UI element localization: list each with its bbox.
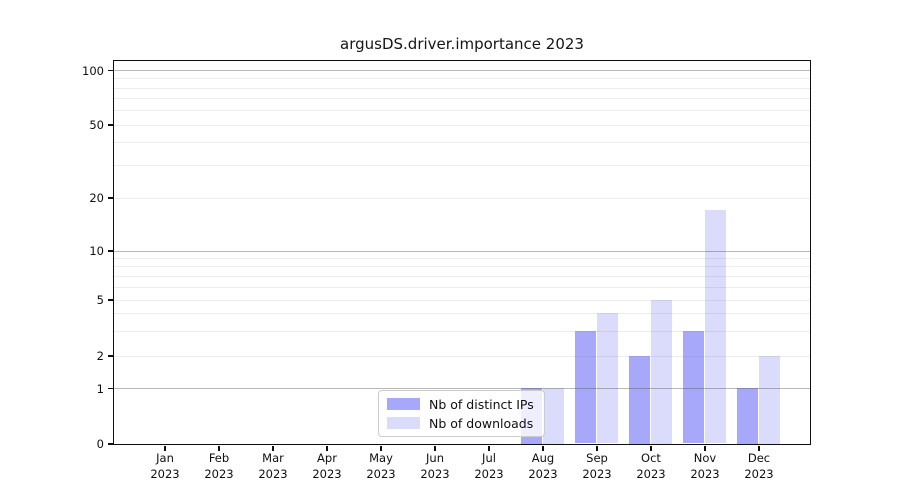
x-tick-mark: [380, 446, 382, 451]
x-tick-mark: [758, 446, 760, 451]
y-gridline-minor: [114, 110, 810, 111]
y-gridline-minor: [114, 125, 810, 126]
y-gridline-minor: [114, 313, 810, 314]
x-tick-mark: [434, 446, 436, 451]
y-gridline-minor: [114, 331, 810, 332]
y-tick-label: 5: [40, 293, 104, 307]
y-tick-mark: [108, 197, 113, 199]
x-tick-mark: [704, 446, 706, 451]
y-tick-mark: [108, 299, 113, 301]
legend-label-downloads: Nb of downloads: [429, 416, 533, 431]
x-tick-mark: [326, 446, 328, 451]
y-gridline-minor: [114, 88, 810, 89]
y-tick-mark: [108, 124, 113, 126]
y-gridline-minor: [114, 258, 810, 259]
plot-area: [113, 60, 811, 445]
x-tick-mark: [650, 446, 652, 451]
y-gridline-minor: [114, 78, 810, 79]
legend-label-distinct-ips: Nb of distinct IPs: [429, 397, 534, 412]
y-tick-label: 100: [40, 64, 104, 78]
y-gridline-minor: [114, 198, 810, 199]
y-tick-label: 2: [40, 349, 104, 363]
legend-entry-downloads: Nb of downloads: [387, 416, 536, 431]
y-gridline-minor: [114, 300, 810, 301]
x-tick-mark: [488, 446, 490, 451]
x-tick-mark: [218, 446, 220, 451]
y-tick-label: 20: [40, 191, 104, 205]
y-tick-label: 50: [40, 118, 104, 132]
legend-swatch-distinct-ips: [387, 398, 420, 410]
y-gridline-minor: [114, 98, 810, 99]
bar-nb-of-downloads-sep: [597, 313, 619, 443]
bar-nb-of-downloads-aug: [543, 388, 565, 444]
y-tick-label: 1: [40, 382, 104, 396]
y-tick-mark: [108, 355, 113, 357]
y-tick-label: 10: [40, 244, 104, 258]
y-tick-mark: [108, 388, 113, 390]
y-tick-mark: [108, 250, 113, 252]
y-gridline-minor: [114, 356, 810, 357]
y-gridline-major: [114, 70, 810, 71]
bar-nb-of-distinct-ips-oct: [629, 356, 651, 444]
y-gridline-major: [114, 251, 810, 252]
x-tick-label-dec: Dec2023: [727, 451, 791, 482]
y-gridline-minor: [114, 142, 810, 143]
x-tick-mark: [542, 446, 544, 451]
x-tick-mark: [164, 446, 166, 451]
y-tick-label: 0: [40, 437, 104, 451]
x-tick-mark: [272, 446, 274, 451]
bar-nb-of-distinct-ips-dec: [737, 388, 759, 444]
x-tick-mark: [596, 446, 598, 451]
y-gridline-minor: [114, 287, 810, 288]
y-gridline-minor: [114, 276, 810, 277]
y-gridline-minor: [114, 165, 810, 166]
bar-nb-of-downloads-nov: [705, 210, 727, 444]
chart-title: argusDS.driver.importance 2023: [114, 35, 810, 53]
bar-nb-of-downloads-oct: [651, 300, 673, 444]
figure: argusDS.driver.importance 2023 Nb of dis…: [0, 0, 900, 500]
y-gridline-minor: [114, 266, 810, 267]
bar-nb-of-downloads-dec: [759, 356, 781, 444]
y-gridline-major: [114, 388, 810, 389]
y-tick-mark: [108, 443, 113, 445]
y-tick-mark: [108, 70, 113, 72]
legend-swatch-downloads: [387, 417, 420, 429]
legend: Nb of distinct IPs Nb of downloads: [378, 390, 545, 437]
legend-entry-distinct-ips: Nb of distinct IPs: [387, 397, 536, 412]
